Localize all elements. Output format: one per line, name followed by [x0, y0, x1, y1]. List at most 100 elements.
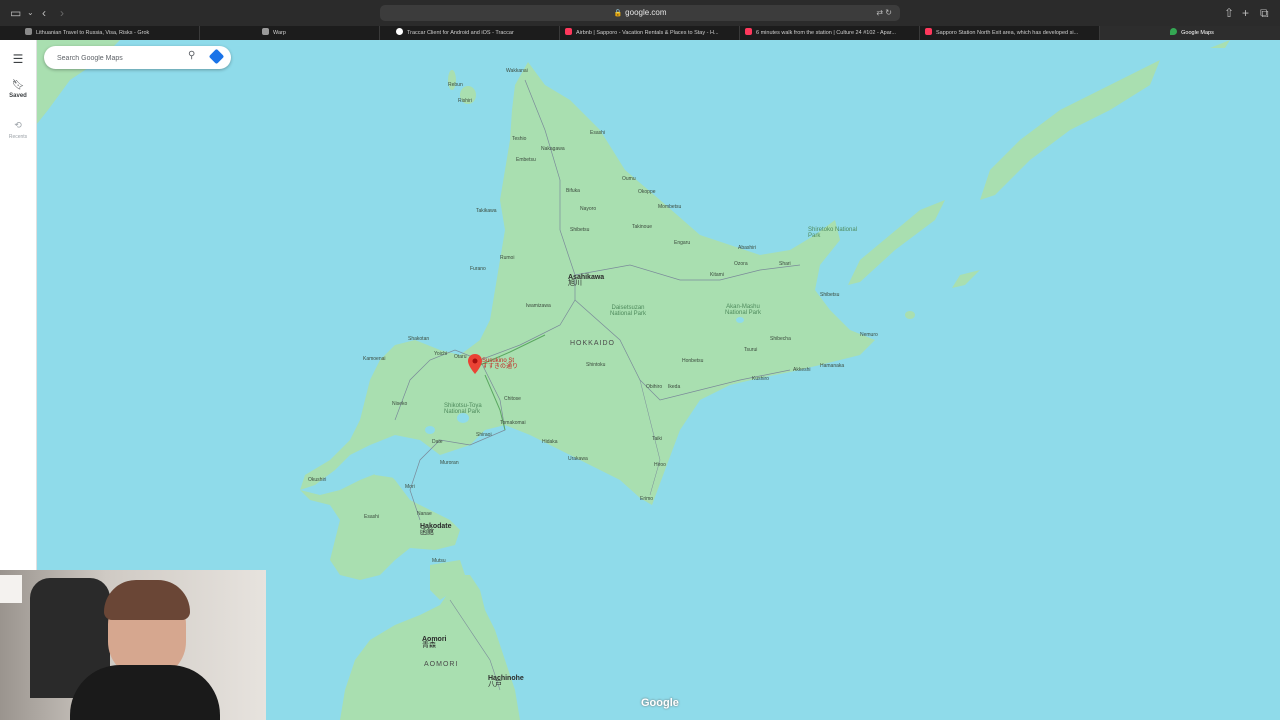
search-icon[interactable]: ⚲	[188, 50, 195, 61]
tab-grok[interactable]: Lithuanian Travel to Russia, Visa, Risks…	[20, 26, 200, 40]
map-label: Mori	[405, 484, 415, 490]
map-label: Urakawa	[568, 456, 588, 462]
url-text: google.com	[625, 8, 667, 17]
map-label: Okoppe	[638, 189, 656, 195]
map-label: Hidaka	[542, 439, 558, 445]
sidebar-toggle-icon[interactable]: ▭	[10, 5, 21, 21]
airbnb-icon	[925, 28, 932, 35]
map-label-park: Shikotsu-Toya National Park	[444, 403, 482, 415]
bookmark-icon: 🔖︎	[11, 80, 25, 91]
map-label: Teshio	[512, 136, 527, 142]
lake-toya	[425, 426, 435, 434]
map-label: Erimo	[640, 496, 654, 502]
region-label-aomori: AOMORI	[424, 661, 459, 668]
map-label: Esashi	[364, 514, 380, 520]
history-icon: ⟲	[14, 120, 22, 130]
location-pin-icon[interactable]	[468, 354, 482, 379]
tab-airbnb-1[interactable]: Airbnb | Sapporo - Vacation Rentals & Pl…	[560, 26, 740, 40]
region-label-hokkaido: HOKKAIDO	[570, 340, 615, 347]
maps-pin-icon	[1170, 28, 1178, 35]
city-label-hachinohe: Hachinohe 八戸	[488, 675, 524, 688]
map-label: Rebun	[448, 82, 463, 88]
map-label: Abashiri	[738, 245, 757, 251]
map-label: Otaru	[454, 354, 467, 360]
tab-google-maps[interactable]: Google Maps	[1100, 26, 1280, 40]
map-label: Date	[432, 439, 443, 445]
kuril-island	[848, 200, 945, 285]
map-label: Niseko	[392, 401, 408, 407]
address-bar[interactable]: 🔒 google.com ⇄ ↻	[380, 5, 900, 21]
map-label: Nayoro	[580, 206, 597, 212]
traccar-icon	[396, 28, 403, 35]
map-label: Shibecha	[770, 336, 791, 342]
map-label: Embetsu	[516, 157, 536, 163]
map-label: Tomakomai	[500, 420, 526, 426]
map-label: Hamanaka	[820, 363, 845, 369]
forward-icon[interactable]: ›	[60, 5, 64, 21]
directions-icon[interactable]	[208, 48, 225, 65]
map-label: Rumoi	[500, 255, 515, 261]
map-label: Takinoue	[632, 224, 653, 230]
map-label: Esashi	[590, 130, 606, 136]
map-label: Tsurui	[744, 347, 758, 353]
map-label: Chitose	[504, 396, 521, 402]
map-label: Akkeshi	[793, 367, 811, 373]
reload-icon[interactable]: ↻	[885, 8, 892, 17]
new-tab-icon[interactable]: +	[1242, 5, 1249, 21]
map-label: Shari	[779, 261, 791, 267]
map-label: Ozora	[734, 261, 748, 267]
airbnb-icon	[565, 28, 572, 35]
tab-strip: Lithuanian Travel to Russia, Visa, Risks…	[0, 26, 1280, 40]
city-label-asahikawa: Asahikawa 旭川	[568, 274, 605, 287]
search-input[interactable]	[55, 51, 179, 66]
map-label: Mutsu	[432, 558, 446, 564]
warp-icon	[262, 28, 269, 35]
map-label: Shibetsu	[820, 292, 840, 298]
search-box[interactable]: ⚲	[44, 46, 231, 69]
chevron-down-icon[interactable]: ⌄	[27, 5, 34, 21]
tab-warp[interactable]: Warp	[200, 26, 380, 40]
lake-akan	[736, 317, 744, 323]
saved-button[interactable]: 🔖︎ Saved	[0, 80, 36, 99]
map-label-park: Shiretoko National Park	[808, 227, 858, 239]
share-icon[interactable]: ⇧	[1224, 5, 1234, 21]
map-label: Nakagawa	[541, 146, 565, 152]
tab-traccar[interactable]: Traccar Client for Android and iOS - Tra…	[380, 26, 560, 40]
map-label: Okushiri	[308, 477, 327, 483]
kuril-island	[980, 60, 1160, 200]
grok-icon	[25, 28, 32, 35]
tab-overview-icon[interactable]: ⧉	[1260, 5, 1269, 21]
menu-icon[interactable]: ☰	[0, 52, 36, 66]
map-label: Wakkanai	[506, 68, 528, 74]
map-label: Kamoenai	[363, 356, 386, 362]
lock-icon: 🔒	[613, 10, 623, 17]
map-label: Shakotan	[408, 336, 430, 342]
map-label-park: Daisetsuzan National Park	[609, 305, 647, 317]
map-label: Muroran	[440, 460, 459, 466]
back-icon[interactable]: ‹	[42, 5, 46, 21]
google-logo: Google	[641, 697, 679, 709]
map-label: Nemuro	[860, 332, 878, 338]
recents-button[interactable]: ⟲ Recents	[0, 120, 36, 140]
map-label: Iwamizawa	[526, 303, 551, 309]
map-label: Kushiro	[752, 376, 769, 382]
kuril-island	[952, 270, 980, 288]
map-label: Bifuka	[566, 188, 580, 194]
map-label-park: Akan-Mashu National Park	[724, 304, 762, 316]
map-label: Honbetsu	[682, 358, 704, 364]
pin-label[interactable]: Susukino St すすきの通り	[482, 358, 518, 370]
city-label-hakodate: Hakodate 函館	[420, 523, 452, 536]
map-label: Taiki	[652, 436, 663, 442]
airbnb-icon	[745, 28, 752, 35]
map-label: Kitami	[710, 272, 724, 278]
map-label: Shiraoi	[476, 432, 492, 438]
map-label: Mombetsu	[658, 204, 682, 210]
tab-airbnb-2[interactable]: 6 minutes walk from the station | Cultur…	[740, 26, 920, 40]
map-label: Shibetsu	[570, 227, 590, 233]
kuril-island	[1210, 40, 1230, 48]
tab-airbnb-3[interactable]: Sapporo Station North Exit area, which h…	[920, 26, 1100, 40]
map-label: Obihiro	[646, 384, 663, 390]
map-label: Furano	[470, 266, 486, 272]
map-label: Oumu	[622, 176, 636, 182]
translate-icon[interactable]: ⇄	[876, 8, 883, 17]
